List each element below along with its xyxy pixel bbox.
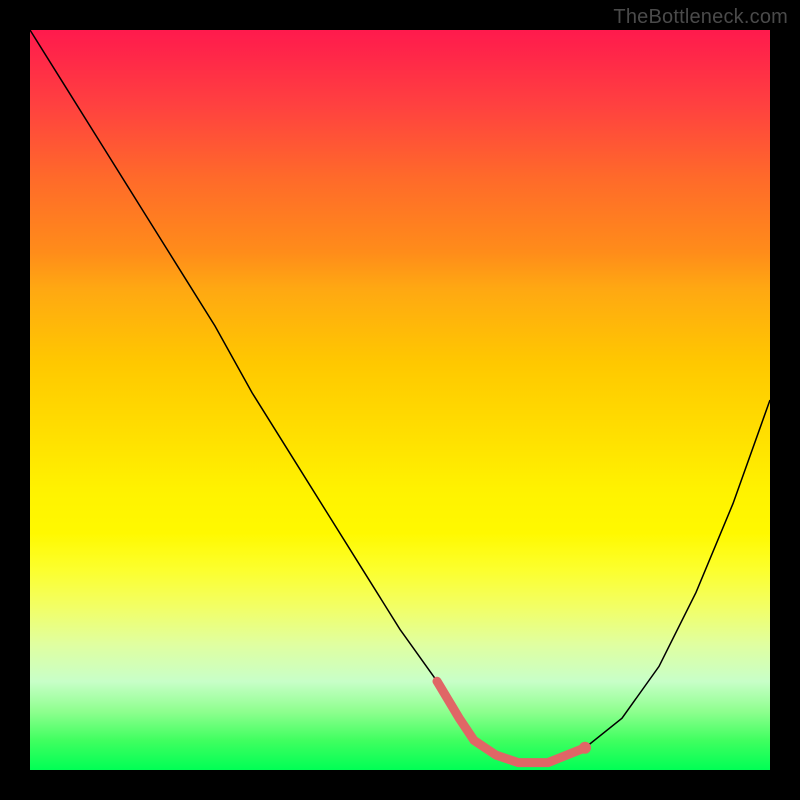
bottleneck-curve-svg <box>30 30 770 770</box>
chart-frame: TheBottleneck.com <box>0 0 800 800</box>
trough-highlight-line <box>437 681 585 762</box>
watermark-text: TheBottleneck.com <box>613 6 788 29</box>
trough-end-dot <box>579 742 591 754</box>
bottleneck-curve-line <box>30 30 770 763</box>
